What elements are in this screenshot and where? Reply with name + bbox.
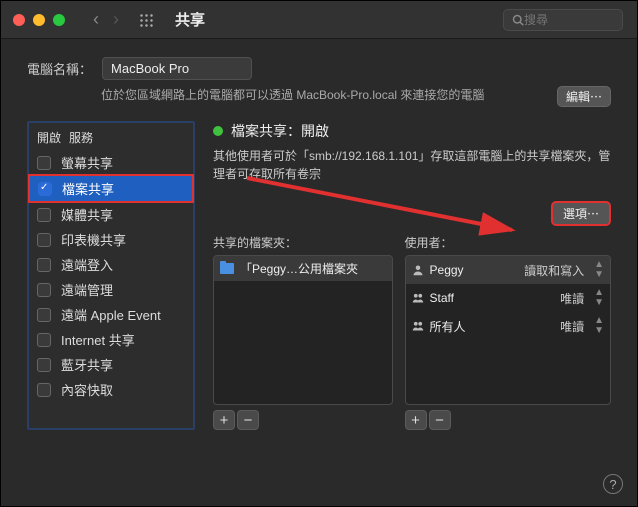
service-label: 藍牙共享 [61,355,113,374]
service-label: 媒體共享 [61,205,113,224]
user-row[interactable]: Peggy 讀取和寫入 ▲▼ [406,256,610,284]
minimize-window[interactable] [33,14,45,26]
sidebar-header-on: 開啟 [37,129,69,146]
permission-stepper[interactable]: ▲▼ [594,316,604,336]
add-folder-button[interactable]: + [213,410,235,430]
service-藍牙共享[interactable]: 藍牙共享 [29,352,193,377]
users-list[interactable]: Peggy 讀取和寫入 ▲▼ Staff 唯讀 ▲▼ 所有人 唯讀 ▲▼ [405,255,611,405]
people-icon [412,292,424,304]
show-all-icon[interactable] [139,13,153,27]
service-checkbox[interactable] [37,208,51,222]
sidebar-header-service: 服務 [69,129,93,146]
close-window[interactable] [13,14,25,26]
folder-name: 「Peggy…公用檔案夾 [240,260,358,277]
search-icon [512,14,524,26]
zoom-window[interactable] [53,14,65,26]
user-name: Staff [430,291,454,305]
search-field[interactable] [503,9,623,31]
service-checkbox[interactable] [37,308,51,322]
service-印表機共享[interactable]: 印表機共享 [29,227,193,252]
service-checkbox[interactable] [37,333,51,347]
folder-row[interactable]: 「Peggy…公用檔案夾 [214,256,392,281]
service-checkbox[interactable] [37,283,51,297]
service-label: Internet 共享 [61,330,135,349]
service-checkbox[interactable] [37,383,51,397]
people-icon [412,320,424,332]
service-label: 印表機共享 [61,230,126,249]
computer-name-label: 電腦名稱： [27,59,92,78]
options-button[interactable]: 選項⋯ [551,201,611,226]
service-檔案共享[interactable]: 檔案共享 [28,174,194,203]
shared-folders-list[interactable]: 「Peggy…公用檔案夾 [213,255,393,405]
folder-icon [220,263,234,274]
user-name: 所有人 [430,318,466,335]
person-icon [412,264,424,276]
user-row[interactable]: 所有人 唯讀 ▲▼ [406,312,610,340]
user-permission[interactable]: 唯讀 [560,290,584,307]
remove-user-button[interactable]: − [429,410,451,430]
titlebar: ‹ › 共享 [1,1,637,39]
service-checkbox[interactable] [38,182,52,196]
service-checkbox[interactable] [37,258,51,272]
status-led [213,126,223,136]
service-label: 內容快取 [61,380,113,399]
user-name: Peggy [430,263,464,277]
service-媒體共享[interactable]: 媒體共享 [29,202,193,227]
folders-label: 共享的檔案夾： [213,234,393,251]
service-螢幕共享[interactable]: 螢幕共享 [29,150,193,175]
forward-button[interactable]: › [109,9,123,30]
search-input[interactable] [524,13,614,27]
help-button[interactable]: ? [603,474,623,494]
computer-name-input[interactable] [102,57,252,80]
computer-name-sub: 位於您區域網路上的電腦都可以透過 MacBook-Pro.local 來連接您的… [101,86,484,103]
services-sidebar: 開啟 服務 螢幕共享檔案共享媒體共享印表機共享遠端登入遠端管理遠端 Apple … [27,121,195,430]
service-遠端 Apple Event[interactable]: 遠端 Apple Event [29,302,193,327]
service-內容快取[interactable]: 內容快取 [29,377,193,402]
status-description: 其他使用者可於「smb://192.168.1.101」存取這部電腦上的共享檔案… [213,147,611,183]
edit-hostname-button[interactable]: 編輯⋯ [557,86,611,107]
service-label: 遠端登入 [61,255,113,274]
service-label: 檔案共享 [62,179,114,198]
service-label: 螢幕共享 [61,153,113,172]
service-遠端管理[interactable]: 遠端管理 [29,277,193,302]
users-label: 使用者： [405,234,611,251]
status-title: 檔案共享：開啟 [231,121,329,141]
service-checkbox[interactable] [37,233,51,247]
service-label: 遠端 Apple Event [61,305,161,324]
service-checkbox[interactable] [37,156,51,170]
add-user-button[interactable]: + [405,410,427,430]
service-checkbox[interactable] [37,358,51,372]
remove-folder-button[interactable]: − [237,410,259,430]
back-button[interactable]: ‹ [89,9,103,30]
user-permission[interactable]: 唯讀 [560,318,584,335]
user-permission[interactable]: 讀取和寫入 [524,262,584,279]
window-title: 共享 [175,9,205,30]
service-遠端登入[interactable]: 遠端登入 [29,252,193,277]
service-label: 遠端管理 [61,280,113,299]
service-Internet 共享[interactable]: Internet 共享 [29,327,193,352]
permission-stepper[interactable]: ▲▼ [594,288,604,308]
user-row[interactable]: Staff 唯讀 ▲▼ [406,284,610,312]
permission-stepper[interactable]: ▲▼ [594,260,604,280]
